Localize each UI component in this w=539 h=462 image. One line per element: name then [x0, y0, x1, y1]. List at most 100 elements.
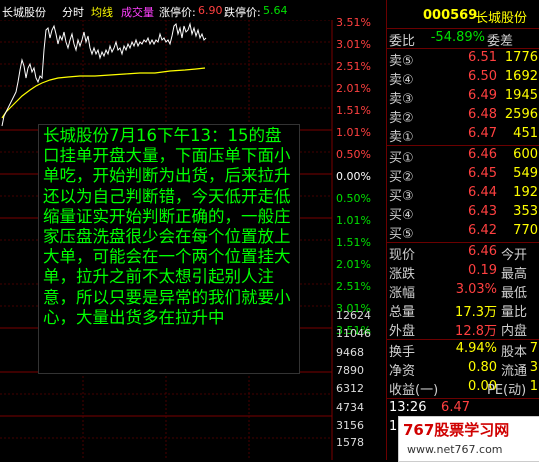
limit-up-value: 6.90 [198, 4, 223, 17]
stat-label: 净资 [389, 364, 416, 379]
stat-value: 1 [529, 379, 538, 394]
sell-row: 卖⑤ 6.51 1776 [387, 50, 539, 69]
scale-tick: 1.01% [336, 126, 371, 139]
sell-row: 卖② 6.48 2596 [387, 107, 539, 126]
stat-label: 外盘 [389, 324, 416, 339]
volume-tick: 11046 [336, 327, 371, 340]
stat-value: 3.03% [455, 282, 497, 297]
tick-time: 13:26 [389, 400, 427, 415]
scale-tick: 1.51% [336, 104, 371, 117]
buy-level-label: 买⑤ [389, 227, 414, 242]
stat-label: 股本 [501, 345, 528, 360]
stat-label: 流通 [501, 364, 528, 379]
scale-tick: 2.51% [336, 60, 371, 73]
buy-level-label: 买③ [389, 189, 414, 204]
quote-header: 000569 长城股份 [387, 0, 539, 30]
chart-header: 长城股份 分时 均线 成交量 涨停价: 6.90 跌停价: 5.64 [0, 0, 385, 20]
buy-row: 买② 6.45 549 [387, 166, 539, 185]
stat-label: 内盘 [501, 324, 528, 339]
stat-value: 4.94% [455, 341, 497, 356]
sell-price: 6.51 [468, 50, 497, 65]
fundamental-row: 净资 0.80 流通 3 [387, 360, 539, 379]
fundamental-row: 收益(一) 0.00 PE(动) 1 [387, 379, 539, 398]
order-ratio-row: 委比 -54.89% 委差 [387, 30, 539, 49]
annotation-note: 长城股份7月16下午13：15的盘口挂单开盘大量，下面压单下面小单吃，开始判断为… [38, 124, 300, 374]
sell-level-label: 卖④ [389, 73, 414, 88]
scale-tick: 0.50% [336, 192, 371, 205]
buy-volume: 600 [513, 147, 538, 162]
buy-level-label: 买② [389, 170, 414, 185]
stat-label: 收益(一) [389, 383, 439, 398]
sell-volume: 451 [513, 126, 538, 141]
scale-tick: 3.51% [336, 16, 371, 29]
stat-label: 总量 [389, 305, 416, 320]
volume-tick: 4734 [336, 401, 364, 414]
buy-price: 6.46 [468, 147, 497, 162]
buy-level-label: 买① [389, 151, 414, 166]
sell-volume: 1692 [504, 69, 538, 84]
sell-volume: 1945 [504, 88, 538, 103]
tick-price: 6.47 [441, 400, 470, 415]
stat-value: 6.46 [468, 244, 497, 259]
stock-code: 000569 [423, 8, 478, 23]
buy-price: 6.43 [468, 204, 497, 219]
sell-row: 卖④ 6.50 1692 [387, 69, 539, 88]
sell-row: 卖③ 6.49 1945 [387, 88, 539, 107]
scale-tick: 0.00% [336, 170, 371, 183]
buy-volume: 353 [513, 204, 538, 219]
buy-row: 买① 6.46 600 [387, 147, 539, 166]
scale-tick: 0.50% [336, 148, 371, 161]
volume-tick: 9468 [336, 346, 364, 359]
stat-value: 7 [529, 341, 538, 356]
scale-tick: 1.51% [336, 236, 371, 249]
stat-label: 量比 [501, 305, 528, 320]
buy-price: 6.42 [468, 223, 497, 238]
stat-value: 3 [529, 360, 538, 375]
stat-label: 涨幅 [389, 286, 416, 301]
watermark-url: www.net767.com [407, 443, 503, 456]
volume-tick: 3156 [336, 419, 364, 432]
limit-up-label: 涨停价: [159, 6, 196, 19]
sell-level-label: 卖② [389, 111, 414, 126]
buy-volume: 549 [513, 166, 538, 181]
buy-volume: 192 [513, 185, 538, 200]
scale-tick: 2.01% [336, 82, 371, 95]
quote-stock-name: 长城股份 [475, 11, 528, 26]
tab-intraday[interactable]: 分时 [62, 4, 84, 20]
buy-row: 买⑤ 6.42 770 [387, 223, 539, 242]
sell-price: 6.50 [468, 69, 497, 84]
stat-value: 17.3万 [455, 305, 497, 320]
limit-down-label: 跌停价: [224, 6, 261, 19]
buy-level-label: 买④ [389, 208, 414, 223]
volume-tick: 7890 [336, 364, 364, 377]
order-ratio-value: -54.89% [430, 30, 485, 45]
watermark-logo: 767股票学习网 www.net767.com [398, 416, 539, 462]
stat-value: 0.80 [468, 360, 497, 375]
buy-row: 买④ 6.43 353 [387, 204, 539, 223]
stat-label: 涨跌 [389, 267, 416, 282]
stat-label: 最低 [501, 286, 528, 301]
sell-row: 卖① 6.47 451 [387, 126, 539, 145]
stat-row: 涨跌 0.19 最高 [387, 263, 539, 282]
buy-price: 6.45 [468, 166, 497, 181]
quote-panel: 000569 长城股份 委比 -54.89% 委差 卖⑤ 6.51 1776 卖… [386, 0, 539, 460]
watermark-brand: 767股票学习网 [403, 421, 510, 439]
sell-price: 6.49 [468, 88, 497, 103]
buy-row: 买③ 6.44 192 [387, 185, 539, 204]
sell-level-label: 卖⑤ [389, 54, 414, 69]
stat-row: 总量 17.3万 量比 [387, 301, 539, 320]
volume-tick: 6312 [336, 382, 364, 395]
order-ratio-label: 委比 [389, 34, 416, 49]
scale-tick: 3.01% [336, 38, 371, 51]
volume-tick: 1578 [336, 436, 364, 449]
tab-average-line[interactable]: 均线 [91, 4, 113, 20]
tab-volume[interactable]: 成交量 [121, 4, 154, 20]
stat-value: 0.19 [468, 263, 497, 278]
sell-volume: 2596 [504, 107, 538, 122]
stat-row: 现价 6.46 今开 [387, 244, 539, 263]
fundamental-row: 换手 4.94% 股本 7 [387, 341, 539, 360]
order-diff-label: 委差 [487, 34, 514, 49]
stat-row: 涨幅 3.03% 最低 [387, 282, 539, 301]
stat-label: 最高 [501, 267, 528, 282]
buy-price: 6.44 [468, 185, 497, 200]
